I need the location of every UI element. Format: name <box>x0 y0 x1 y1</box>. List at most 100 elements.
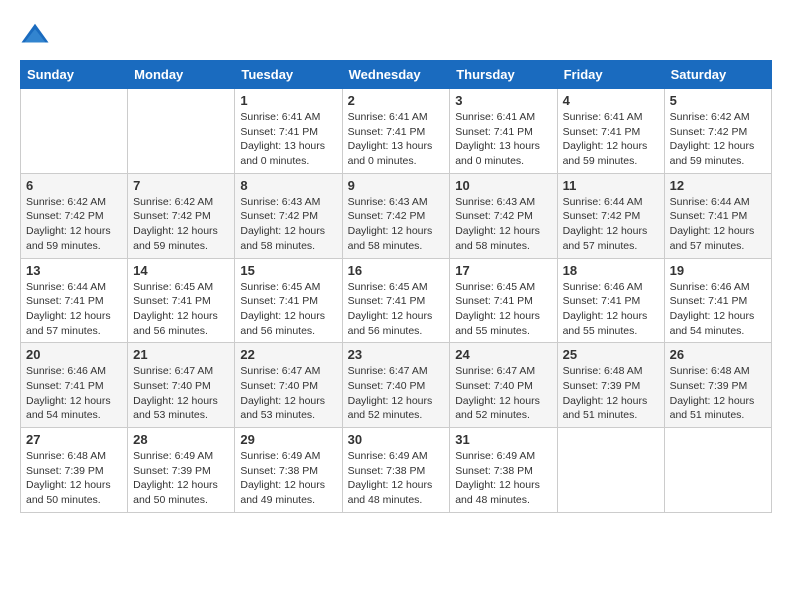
day-number: 20 <box>26 347 122 362</box>
day-info: Sunrise: 6:48 AM Sunset: 7:39 PM Dayligh… <box>563 364 659 423</box>
day-number: 12 <box>670 178 766 193</box>
day-info: Sunrise: 6:41 AM Sunset: 7:41 PM Dayligh… <box>240 110 336 169</box>
calendar-day-21: 21 Sunrise: 6:47 AM Sunset: 7:40 PM Dayli… <box>128 343 235 428</box>
calendar-day-8: 8 Sunrise: 6:43 AM Sunset: 7:42 PM Daylig… <box>235 173 342 258</box>
day-number: 24 <box>455 347 551 362</box>
day-number: 15 <box>240 263 336 278</box>
calendar-day-23: 23 Sunrise: 6:47 AM Sunset: 7:40 PM Dayli… <box>342 343 450 428</box>
calendar-empty-cell <box>664 428 771 513</box>
day-number: 4 <box>563 93 659 108</box>
day-number: 3 <box>455 93 551 108</box>
calendar-header-thursday: Thursday <box>450 61 557 89</box>
day-info: Sunrise: 6:47 AM Sunset: 7:40 PM Dayligh… <box>348 364 445 423</box>
logo <box>20 20 54 50</box>
calendar-header-wednesday: Wednesday <box>342 61 450 89</box>
day-number: 2 <box>348 93 445 108</box>
calendar-header-sunday: Sunday <box>21 61 128 89</box>
day-info: Sunrise: 6:49 AM Sunset: 7:38 PM Dayligh… <box>240 449 336 508</box>
day-number: 23 <box>348 347 445 362</box>
day-number: 11 <box>563 178 659 193</box>
day-info: Sunrise: 6:46 AM Sunset: 7:41 PM Dayligh… <box>670 280 766 339</box>
calendar-day-18: 18 Sunrise: 6:46 AM Sunset: 7:41 PM Dayli… <box>557 258 664 343</box>
day-number: 16 <box>348 263 445 278</box>
calendar-day-6: 6 Sunrise: 6:42 AM Sunset: 7:42 PM Daylig… <box>21 173 128 258</box>
day-info: Sunrise: 6:49 AM Sunset: 7:38 PM Dayligh… <box>348 449 445 508</box>
day-info: Sunrise: 6:41 AM Sunset: 7:41 PM Dayligh… <box>563 110 659 169</box>
day-number: 28 <box>133 432 229 447</box>
day-info: Sunrise: 6:44 AM Sunset: 7:41 PM Dayligh… <box>670 195 766 254</box>
calendar-week-row: 13Sunrise: 6:44 AM Sunset: 7:41 PM Dayli… <box>21 258 772 343</box>
calendar-day-1: 1 Sunrise: 6:41 AM Sunset: 7:41 PM Daylig… <box>235 89 342 174</box>
calendar-day-24: 24 Sunrise: 6:47 AM Sunset: 7:40 PM Dayli… <box>450 343 557 428</box>
calendar-week-row: 1 Sunrise: 6:41 AM Sunset: 7:41 PM Daylig… <box>21 89 772 174</box>
calendar-day-10: 10 Sunrise: 6:43 AM Sunset: 7:42 PM Dayli… <box>450 173 557 258</box>
calendar-day-16: 16Sunrise: 6:45 AM Sunset: 7:41 PM Dayli… <box>342 258 450 343</box>
day-info: Sunrise: 6:43 AM Sunset: 7:42 PM Dayligh… <box>455 195 551 254</box>
day-info: Sunrise: 6:45 AM Sunset: 7:41 PM Dayligh… <box>455 280 551 339</box>
day-number: 14 <box>133 263 229 278</box>
day-info: Sunrise: 6:49 AM Sunset: 7:39 PM Dayligh… <box>133 449 229 508</box>
day-info: Sunrise: 6:45 AM Sunset: 7:41 PM Dayligh… <box>133 280 229 339</box>
day-info: Sunrise: 6:41 AM Sunset: 7:41 PM Dayligh… <box>348 110 445 169</box>
calendar-day-12: 12 Sunrise: 6:44 AM Sunset: 7:41 PM Dayli… <box>664 173 771 258</box>
day-number: 18 <box>563 263 659 278</box>
day-number: 22 <box>240 347 336 362</box>
calendar-day-15: 15 Sunrise: 6:45 AM Sunset: 7:41 PM Dayli… <box>235 258 342 343</box>
calendar-day-3: 3 Sunrise: 6:41 AM Sunset: 7:41 PM Daylig… <box>450 89 557 174</box>
calendar-table: SundayMondayTuesdayWednesdayThursdayFrid… <box>20 60 772 513</box>
calendar-day-7: 7 Sunrise: 6:42 AM Sunset: 7:42 PM Daylig… <box>128 173 235 258</box>
day-info: Sunrise: 6:49 AM Sunset: 7:38 PM Dayligh… <box>455 449 551 508</box>
day-info: Sunrise: 6:41 AM Sunset: 7:41 PM Dayligh… <box>455 110 551 169</box>
day-number: 26 <box>670 347 766 362</box>
day-info: Sunrise: 6:45 AM Sunset: 7:41 PM Dayligh… <box>240 280 336 339</box>
calendar-day-27: 27Sunrise: 6:48 AM Sunset: 7:39 PM Dayli… <box>21 428 128 513</box>
calendar-header-row: SundayMondayTuesdayWednesdayThursdayFrid… <box>21 61 772 89</box>
calendar-empty-cell <box>21 89 128 174</box>
calendar-day-11: 11Sunrise: 6:44 AM Sunset: 7:42 PM Dayli… <box>557 173 664 258</box>
calendar-header-tuesday: Tuesday <box>235 61 342 89</box>
day-info: Sunrise: 6:47 AM Sunset: 7:40 PM Dayligh… <box>133 364 229 423</box>
day-number: 29 <box>240 432 336 447</box>
day-number: 25 <box>563 347 659 362</box>
calendar-empty-cell <box>128 89 235 174</box>
day-info: Sunrise: 6:46 AM Sunset: 7:41 PM Dayligh… <box>563 280 659 339</box>
page-header <box>20 20 772 50</box>
day-number: 8 <box>240 178 336 193</box>
day-info: Sunrise: 6:42 AM Sunset: 7:42 PM Dayligh… <box>133 195 229 254</box>
day-info: Sunrise: 6:43 AM Sunset: 7:42 PM Dayligh… <box>240 195 336 254</box>
day-number: 1 <box>240 93 336 108</box>
day-info: Sunrise: 6:42 AM Sunset: 7:42 PM Dayligh… <box>670 110 766 169</box>
calendar-empty-cell <box>557 428 664 513</box>
calendar-week-row: 27Sunrise: 6:48 AM Sunset: 7:39 PM Dayli… <box>21 428 772 513</box>
day-number: 7 <box>133 178 229 193</box>
day-info: Sunrise: 6:48 AM Sunset: 7:39 PM Dayligh… <box>26 449 122 508</box>
day-number: 6 <box>26 178 122 193</box>
calendar-day-14: 14 Sunrise: 6:45 AM Sunset: 7:41 PM Dayli… <box>128 258 235 343</box>
calendar-day-19: 19 Sunrise: 6:46 AM Sunset: 7:41 PM Dayli… <box>664 258 771 343</box>
calendar-day-13: 13Sunrise: 6:44 AM Sunset: 7:41 PM Dayli… <box>21 258 128 343</box>
calendar-week-row: 20Sunrise: 6:46 AM Sunset: 7:41 PM Dayli… <box>21 343 772 428</box>
calendar-day-25: 25 Sunrise: 6:48 AM Sunset: 7:39 PM Dayli… <box>557 343 664 428</box>
calendar-day-31: 31 Sunrise: 6:49 AM Sunset: 7:38 PM Dayli… <box>450 428 557 513</box>
calendar-header-friday: Friday <box>557 61 664 89</box>
calendar-header-monday: Monday <box>128 61 235 89</box>
calendar-day-4: 4 Sunrise: 6:41 AM Sunset: 7:41 PM Daylig… <box>557 89 664 174</box>
day-info: Sunrise: 6:42 AM Sunset: 7:42 PM Dayligh… <box>26 195 122 254</box>
day-info: Sunrise: 6:47 AM Sunset: 7:40 PM Dayligh… <box>455 364 551 423</box>
calendar-day-26: 26 Sunrise: 6:48 AM Sunset: 7:39 PM Dayli… <box>664 343 771 428</box>
day-number: 31 <box>455 432 551 447</box>
day-info: Sunrise: 6:48 AM Sunset: 7:39 PM Dayligh… <box>670 364 766 423</box>
calendar-day-20: 20Sunrise: 6:46 AM Sunset: 7:41 PM Dayli… <box>21 343 128 428</box>
day-info: Sunrise: 6:43 AM Sunset: 7:42 PM Dayligh… <box>348 195 445 254</box>
day-number: 21 <box>133 347 229 362</box>
day-number: 19 <box>670 263 766 278</box>
calendar-week-row: 6 Sunrise: 6:42 AM Sunset: 7:42 PM Daylig… <box>21 173 772 258</box>
calendar-day-28: 28 Sunrise: 6:49 AM Sunset: 7:39 PM Dayli… <box>128 428 235 513</box>
logo-icon <box>20 20 50 50</box>
calendar-day-9: 9Sunrise: 6:43 AM Sunset: 7:42 PM Daylig… <box>342 173 450 258</box>
day-info: Sunrise: 6:44 AM Sunset: 7:41 PM Dayligh… <box>26 280 122 339</box>
day-number: 10 <box>455 178 551 193</box>
day-number: 30 <box>348 432 445 447</box>
calendar-day-29: 29 Sunrise: 6:49 AM Sunset: 7:38 PM Dayli… <box>235 428 342 513</box>
day-number: 17 <box>455 263 551 278</box>
